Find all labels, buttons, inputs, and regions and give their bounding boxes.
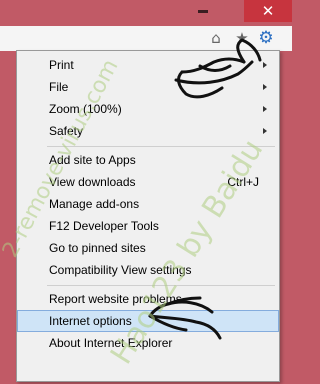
gear-icon[interactable]: ⚙ (257, 29, 275, 47)
menu-item-label: Manage add-ons (49, 197, 140, 211)
home-icon[interactable]: ⌂ (207, 29, 225, 47)
menu-item-label: Zoom (100%) (49, 102, 122, 116)
favorites-icon[interactable]: ★ (233, 29, 251, 47)
menu-item-safety[interactable]: Safety (17, 120, 279, 142)
menu-item-label: Add site to Apps (49, 153, 136, 167)
submenu-arrow-icon (263, 62, 267, 68)
submenu-arrow-icon (263, 106, 267, 112)
shortcut-label: Ctrl+J (227, 175, 259, 189)
menu-item-label: About Internet Explorer (49, 336, 173, 350)
menu-separator (47, 285, 275, 286)
menu-item-manage-add-ons[interactable]: Manage add-ons (17, 193, 279, 215)
menu-item-f12-developer-tools[interactable]: F12 Developer Tools (17, 215, 279, 237)
menu-item-about-ie[interactable]: About Internet Explorer (17, 332, 279, 354)
menu-item-pinned-sites[interactable]: Go to pinned sites (17, 237, 279, 259)
menu-item-print[interactable]: Print (17, 54, 279, 76)
menu-item-label: Internet options (49, 314, 132, 328)
menu-item-report-website-problems[interactable]: Report website problems (17, 288, 279, 310)
menu-item-label: F12 Developer Tools (49, 219, 159, 233)
menu-item-label: Compatibility View settings (49, 263, 192, 277)
minimize-button[interactable] (198, 10, 208, 13)
menu-item-add-site-to-apps[interactable]: Add site to Apps (17, 149, 279, 171)
menu-item-label: Go to pinned sites (49, 241, 146, 255)
menu-separator (47, 146, 275, 147)
menu-item-internet-options[interactable]: Internet options (17, 310, 279, 332)
menu-item-label: Safety (49, 124, 84, 138)
menu-item-zoom[interactable]: Zoom (100%) (17, 98, 279, 120)
menu-item-label: Print (49, 58, 74, 72)
submenu-arrow-icon (263, 84, 267, 90)
close-button[interactable]: ✕ (244, 0, 292, 22)
menu-item-label: File (49, 80, 69, 94)
submenu-arrow-icon (263, 128, 267, 134)
menu-item-label: View downloads (49, 175, 136, 189)
menu-item-view-downloads[interactable]: View downloads Ctrl+J (17, 171, 279, 193)
menu-item-file[interactable]: File (17, 76, 279, 98)
menu-item-label: Report website problems (49, 292, 182, 306)
tools-menu: Print File Zoom (100%) Safety Add site t… (16, 50, 280, 382)
menu-item-compatibility-view[interactable]: Compatibility View settings (17, 259, 279, 281)
